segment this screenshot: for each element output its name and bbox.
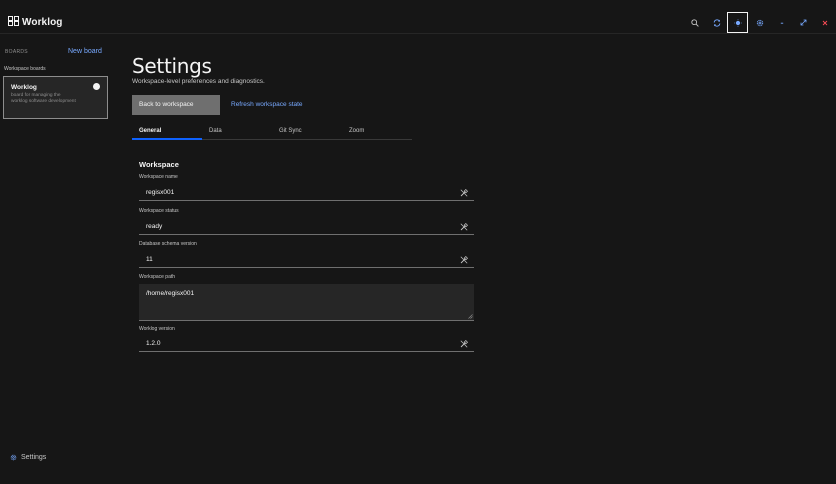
- field-value: regisx001: [146, 189, 175, 196]
- page-title: Settings: [132, 54, 212, 78]
- field-value: /home/regisx001: [146, 290, 195, 297]
- tab-zoom[interactable]: Zoom: [349, 128, 364, 134]
- new-board-link[interactable]: New board: [68, 48, 102, 55]
- edit-off-icon: [460, 340, 468, 348]
- gear-icon: [10, 454, 17, 461]
- workspace-boards-heading: Workspace boards: [4, 66, 46, 72]
- minimize-button[interactable]: [771, 12, 792, 33]
- board-description: board for managing the worklog software …: [11, 93, 76, 104]
- workspace-path-label: Workspace path: [139, 274, 176, 280]
- settings-button[interactable]: [749, 12, 770, 33]
- selected-check-icon: [93, 83, 100, 90]
- workspace-name-field[interactable]: regisx001: [139, 184, 474, 201]
- back-to-workspace-button[interactable]: Back to workspace: [132, 95, 220, 115]
- field-value: 1.2.0: [146, 340, 161, 347]
- workspace-status-field[interactable]: ready: [139, 218, 474, 235]
- sidebar: BOARDS New board Workspace boards Worklo…: [0, 34, 112, 484]
- tab-data[interactable]: Data: [209, 128, 222, 134]
- app-window: Worklog BOARDS New board Workspace board…: [0, 0, 836, 484]
- settings-tabs: General Data Git Sync Zoom: [132, 126, 412, 140]
- search-icon: [690, 18, 699, 27]
- db-schema-version-label: Database schema version: [139, 241, 197, 247]
- board-title: Worklog: [11, 84, 37, 91]
- close-button[interactable]: [814, 12, 835, 33]
- resize-handle-icon[interactable]: [468, 314, 473, 319]
- db-schema-version-field[interactable]: 11: [139, 251, 474, 268]
- worklog-version-label: Worklog version: [139, 326, 175, 332]
- maximize-icon: [800, 19, 807, 26]
- board-card-worklog[interactable]: Worklog board for managing the worklog s…: [3, 76, 108, 119]
- worklog-logo-icon: [8, 16, 19, 26]
- section-title: Workspace: [139, 160, 179, 169]
- theme-toggle-button[interactable]: [727, 12, 748, 33]
- app-title: Worklog: [22, 17, 63, 28]
- close-icon: [822, 20, 827, 25]
- maximize-button[interactable]: [793, 12, 814, 33]
- tab-general[interactable]: General: [139, 128, 161, 134]
- search-button[interactable]: [684, 12, 705, 33]
- theme-icon: [733, 18, 742, 27]
- field-value: 11: [146, 256, 153, 263]
- gear-icon: [756, 19, 763, 26]
- page-subtitle: Workspace-level preferences and diagnost…: [132, 78, 265, 85]
- sync-icon: [713, 18, 720, 27]
- sidebar-settings-link[interactable]: Settings: [10, 454, 46, 461]
- refresh-workspace-link[interactable]: Refresh workspace state: [231, 101, 303, 108]
- minimize-icon: [780, 22, 783, 24]
- workspace-status-label: Workspace status: [139, 208, 179, 214]
- edit-off-icon: [460, 223, 468, 231]
- active-tab-indicator: [132, 138, 202, 140]
- edit-off-icon: [460, 256, 468, 264]
- title-bar: Worklog: [0, 0, 836, 34]
- worklog-version-field[interactable]: 1.2.0: [139, 335, 474, 352]
- tab-git-sync[interactable]: Git Sync: [279, 128, 302, 134]
- field-value: ready: [146, 223, 163, 230]
- workspace-path-textarea[interactable]: /home/regisx001: [139, 284, 474, 321]
- settings-label: Settings: [21, 454, 47, 461]
- sync-button[interactable]: [706, 12, 727, 33]
- edit-off-icon: [460, 189, 468, 197]
- workspace-name-label: Workspace name: [139, 174, 178, 180]
- boards-heading: BOARDS: [5, 49, 28, 55]
